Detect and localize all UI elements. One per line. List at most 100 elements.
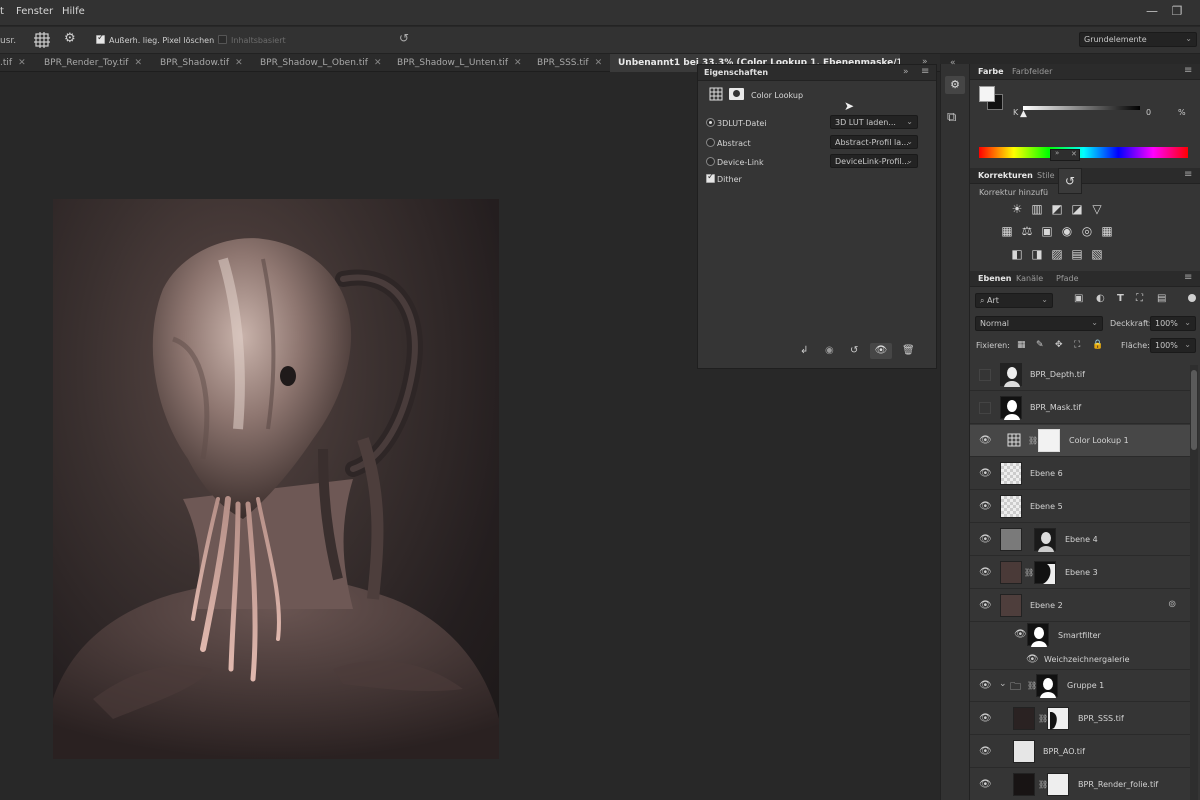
threshold-icon[interactable]: ▨ — [1050, 247, 1064, 261]
panel-menu-icon[interactable]: ≡ — [1184, 169, 1192, 180]
clip-to-layer-icon[interactable]: ↲ — [800, 345, 808, 356]
expand-icon[interactable]: » — [1055, 149, 1059, 157]
levels-icon[interactable]: ▥ — [1030, 202, 1044, 216]
layer-name[interactable]: BPR_Depth.tif — [1030, 370, 1085, 379]
close-icon[interactable]: ✕ — [18, 58, 26, 68]
eye-icon[interactable]: 👁 — [979, 680, 992, 692]
lock-transparency-icon[interactable]: ▦ — [1017, 340, 1026, 350]
layer-name[interactable]: Smartfilter — [1058, 631, 1101, 640]
vibrance-icon[interactable]: ▽ — [1090, 202, 1104, 216]
layer-row-selected[interactable]: 👁 ⛓ Color Lookup 1 — [970, 425, 1192, 457]
lock-position-icon[interactable]: ✥ — [1055, 340, 1063, 350]
grid-icon[interactable] — [34, 32, 50, 48]
layer-row[interactable]: 👁 Ebene 4 — [970, 524, 1192, 556]
lut-file-select[interactable]: 3D LUT laden... ⌄ — [830, 115, 918, 129]
chevron-down-icon[interactable]: ⌄ — [999, 679, 1007, 689]
layer-mask-thumbnail[interactable] — [1034, 528, 1056, 552]
menu-item-cut[interactable]: t — [0, 6, 4, 17]
lock-artboard-icon[interactable]: ⛶ — [1074, 340, 1080, 350]
layer-row[interactable]: 👁 ⛓ Ebene 3 — [970, 557, 1192, 589]
opacity-field[interactable]: 100% ⌄ — [1150, 316, 1196, 331]
eye-icon[interactable]: 👁 — [1026, 654, 1039, 666]
layer-name[interactable]: BPR_AO.tif — [1043, 747, 1085, 756]
group-row[interactable]: 👁 ⌄ 🗀 ⛓ Gruppe 1 — [970, 670, 1192, 702]
lock-pixels-icon[interactable]: ✎ — [1036, 340, 1044, 350]
color-spectrum[interactable] — [979, 147, 1188, 158]
eye-icon[interactable]: 👁 — [979, 713, 992, 725]
reset-icon[interactable]: ↺ — [850, 345, 858, 356]
trash-icon[interactable]: 🗑 — [902, 345, 915, 356]
group-mask-thumbnail[interactable] — [1036, 674, 1058, 698]
radio-abstract[interactable] — [706, 138, 715, 148]
panel-menu-icon[interactable]: ≡ — [921, 66, 929, 77]
eye-icon[interactable]: 👁 — [979, 501, 992, 513]
layer-row[interactable]: BPR_Mask.tif — [970, 392, 1192, 424]
delete-outside-checkbox[interactable] — [96, 33, 105, 45]
collapse-icon[interactable]: » — [903, 67, 909, 77]
color-balance-icon[interactable]: ⚖ — [1020, 224, 1034, 238]
tab-stile[interactable]: Stile — [1037, 171, 1055, 180]
layer-name[interactable]: Ebene 5 — [1030, 502, 1063, 511]
layer-name[interactable]: BPR_Render_folie.tif — [1078, 780, 1158, 789]
close-icon[interactable]: ✕ — [134, 58, 142, 68]
tab-doc-3[interactable]: BPR_Shadow_L_Oben.tif ✕ — [260, 54, 382, 72]
eye-icon[interactable]: 👁 — [979, 468, 992, 480]
layer-mask-thumbnail[interactable] — [1047, 773, 1069, 796]
smart-filter-row[interactable]: 👁 Smartfilter — [970, 621, 1192, 647]
curves-icon[interactable]: ◩ — [1050, 202, 1064, 216]
color-lookup-icon[interactable]: ▦ — [1100, 224, 1114, 238]
gear-icon[interactable]: ⚙ — [64, 32, 78, 46]
fill-field[interactable]: 100% ⌄ — [1150, 338, 1196, 353]
tab-doc-2[interactable]: BPR_Shadow.tif ✕ — [160, 54, 243, 72]
link-icon[interactable]: ⛓ — [1028, 436, 1038, 445]
gradient-map-icon[interactable]: ▧ — [1090, 247, 1104, 261]
devicelink-profile-select[interactable]: DeviceLink-Profil... ⌄ — [830, 154, 918, 168]
panel-menu-icon[interactable]: ≡ — [1184, 272, 1192, 283]
layer-name[interactable]: Color Lookup 1 — [1069, 436, 1129, 445]
layer-row[interactable]: 👁 ⛓ BPR_Render_folie.tif — [970, 769, 1192, 800]
menu-item-hilfe[interactable]: Hilfe — [62, 6, 85, 17]
visibility-icon[interactable]: 👁 — [870, 343, 892, 359]
layer-name[interactable]: Weichzeichnergalerie — [1044, 655, 1130, 664]
radio-3dlut[interactable] — [706, 118, 715, 128]
abstract-profile-select[interactable]: Abstract-Profil la... ⌄ — [830, 135, 918, 149]
filter-smartobject-icon[interactable]: ▤ — [1157, 293, 1166, 304]
eye-icon[interactable]: 👁 — [979, 534, 992, 546]
exposure-icon[interactable]: ◪ — [1070, 202, 1084, 216]
layer-row[interactable]: BPR_Depth.tif — [970, 359, 1192, 391]
layer-name[interactable]: Gruppe 1 — [1067, 681, 1104, 690]
content-aware-checkbox[interactable] — [218, 35, 227, 45]
panel-menu-icon[interactable]: ≡ — [1184, 65, 1192, 76]
visibility-toggle[interactable] — [979, 369, 991, 381]
restore-button[interactable]: ❐ — [1170, 4, 1184, 18]
channel-mixer-icon[interactable]: ◎ — [1080, 224, 1094, 238]
tab-doc-4[interactable]: BPR_Shadow_L_Unten.tif ✕ — [397, 54, 522, 72]
layer-mask-thumbnail[interactable] — [1047, 707, 1069, 730]
character-panel-icon[interactable]: ⧉ — [947, 110, 956, 125]
layer-filter-select[interactable]: ⌕ Art ⌄ — [975, 293, 1053, 308]
layer-name[interactable]: Ebene 6 — [1030, 469, 1063, 478]
layer-name[interactable]: Ebene 2 — [1030, 601, 1063, 610]
mask-icon[interactable] — [729, 88, 744, 100]
filter-type-icon[interactable]: T — [1117, 293, 1124, 304]
black-white-icon[interactable]: ▣ — [1040, 224, 1054, 238]
eye-icon[interactable]: 👁 — [1014, 629, 1027, 641]
close-icon[interactable]: ✕ — [235, 58, 243, 68]
eye-icon[interactable]: 👁 — [979, 567, 992, 579]
filter-toggle[interactable] — [1188, 294, 1196, 302]
filter-shape-icon[interactable]: ⛶ — [1136, 293, 1143, 304]
layers-scrollbar-thumb[interactable] — [1191, 370, 1197, 450]
close-icon[interactable]: ✕ — [374, 58, 382, 68]
close-icon[interactable]: ✕ — [595, 58, 603, 68]
collapse-icon[interactable]: « — [950, 58, 956, 68]
photo-filter-icon[interactable]: ◉ — [1060, 224, 1074, 238]
dither-checkbox[interactable] — [706, 172, 715, 184]
radio-devicelink[interactable] — [706, 157, 715, 167]
brightness-icon[interactable]: ☀ — [1010, 202, 1024, 216]
tab-ebenen[interactable]: Ebenen — [978, 274, 1011, 283]
visibility-toggle[interactable] — [979, 402, 991, 414]
close-icon[interactable]: ✕ — [1071, 150, 1077, 158]
hue-saturation-icon[interactable]: ▦ — [1000, 224, 1014, 238]
selective-color-icon[interactable]: ▤ — [1070, 247, 1084, 261]
posterize-icon[interactable]: ◨ — [1030, 247, 1044, 261]
